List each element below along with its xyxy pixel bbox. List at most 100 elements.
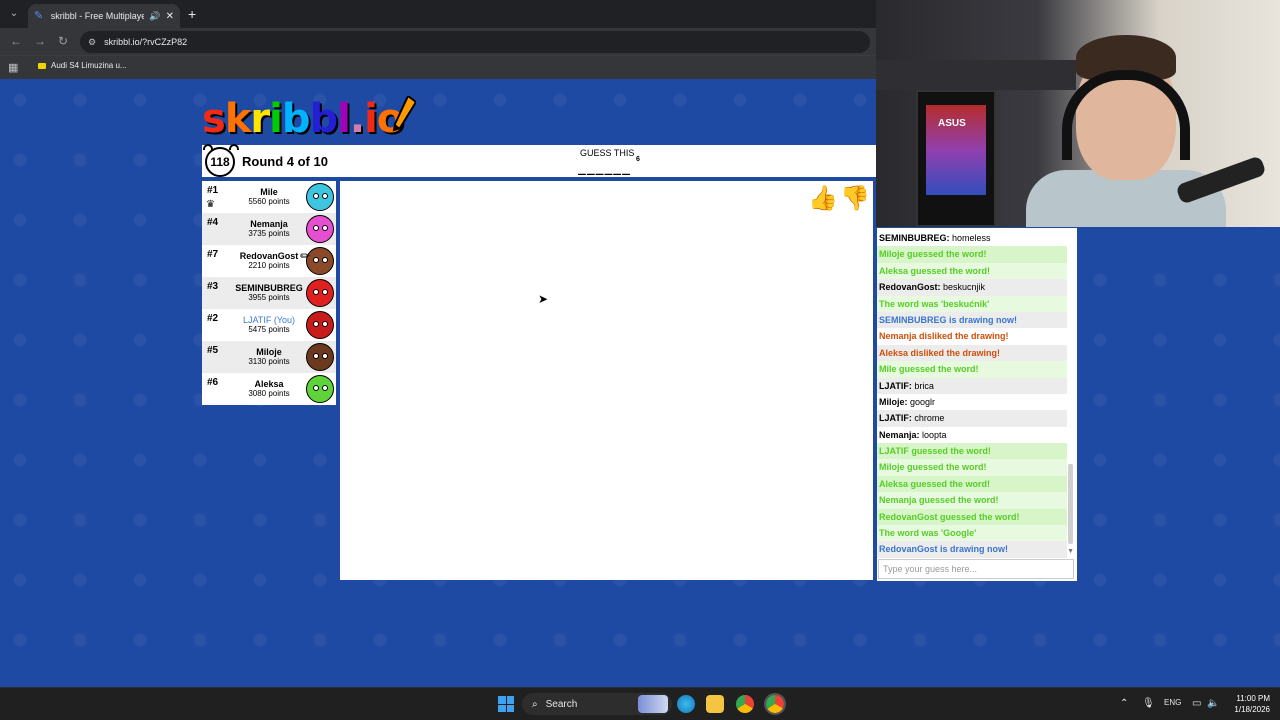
player-row[interactable]: #4 Nemanja 3735 points xyxy=(202,213,336,245)
webcam-overlay: ASUS xyxy=(876,0,1280,227)
chat-message: LJATIF: chrome xyxy=(877,410,1067,427)
bookmark-item[interactable]: Audi S4 Limuzina u... xyxy=(38,61,127,70)
player-row[interactable]: #5 Miloje 3130 points xyxy=(202,341,336,373)
tab-title: skribbl - Free Multiplayer Dr xyxy=(50,11,145,21)
chat-username: LJATIF: xyxy=(879,413,912,424)
language-indicator[interactable]: ENG xyxy=(1164,698,1181,707)
avatar-eye xyxy=(313,353,319,359)
skribbl-favicon-icon: ✎ xyxy=(34,10,44,22)
drawing-pencil-icon: ✏ xyxy=(299,249,310,263)
url-field[interactable]: ⚙ skribbl.io/?rvCZzP82 xyxy=(80,31,870,53)
back-icon[interactable]: ← xyxy=(10,34,22,48)
chat-message: LJATIF: brica xyxy=(877,377,1067,394)
logo-letter: b xyxy=(281,96,311,142)
player-row[interactable]: #1 Mile 5560 points ♛ xyxy=(202,181,336,213)
clock-bell-left xyxy=(203,144,213,150)
logo-letter: i xyxy=(269,96,283,142)
avatar-eye xyxy=(313,257,319,263)
volume-icon[interactable]: 🔈 xyxy=(1207,698,1219,709)
shelf xyxy=(876,60,1076,90)
player-row[interactable]: #6 Aleksa 3080 points xyxy=(202,373,336,405)
player-name: LJATIF (You) xyxy=(242,315,296,325)
chrome-active-icon[interactable] xyxy=(764,693,786,715)
file-explorer-icon[interactable] xyxy=(706,695,724,713)
address-bar: ← → ↻ ⚙ skribbl.io/?rvCZzP82 xyxy=(0,28,876,55)
tray-overflow-icon[interactable]: ⌃ xyxy=(1120,698,1128,709)
avatar-eye xyxy=(313,321,319,327)
player-rank: #7 xyxy=(207,249,219,260)
chat-panel: SEMINBUBREG: homeless Miloje guessed the … xyxy=(877,228,1077,581)
player-rank: #1 xyxy=(207,185,219,196)
edge-icon[interactable] xyxy=(677,695,695,713)
clock-time: 11:00 PM xyxy=(1236,694,1270,703)
bookmark-folder-icon xyxy=(38,62,46,69)
bookmark-label: Audi S4 Limuzina u... xyxy=(51,61,127,70)
player-avatar xyxy=(306,375,334,403)
chat-username: SEMINBUBREG: xyxy=(879,233,950,243)
player-name: RedovanGost xyxy=(239,251,299,261)
player-avatar xyxy=(306,279,334,307)
avatar-eye xyxy=(322,193,328,199)
player-rank: #5 xyxy=(207,345,219,356)
chat-message: RedovanGost is drawing now! xyxy=(877,541,1067,558)
player-name: Mile xyxy=(260,187,278,197)
chat-text: brica xyxy=(911,380,934,391)
site-info-icon[interactable]: ⚙ xyxy=(88,37,96,48)
search-icon: ⌕ xyxy=(532,698,538,710)
crown-icon: ♛ xyxy=(206,199,215,210)
player-points: 5475 points xyxy=(248,325,290,334)
thumbs-down-icon[interactable]: 👎 xyxy=(840,184,870,214)
scroll-down-icon[interactable]: ▼ xyxy=(1067,548,1074,555)
player-avatar xyxy=(306,183,334,211)
guess-input[interactable] xyxy=(878,559,1074,579)
player-avatar xyxy=(306,215,334,243)
browser-tab[interactable]: ✎ skribbl - Free Multiplayer Dr 🔊 ✕ xyxy=(28,4,180,28)
logo-letter: i xyxy=(364,96,378,142)
player-row[interactable]: #2 LJATIF (You) 5475 points xyxy=(202,309,336,341)
chat-text: loopta xyxy=(919,429,947,440)
player-list: #1 Mile 5560 points ♛ #4 Nemanja 3735 points #7… xyxy=(202,181,336,405)
chat-message: Mile guessed the word! xyxy=(877,361,1067,378)
chat-message: Nemanja disliked the drawing! xyxy=(877,328,1067,345)
chrome-icon[interactable] xyxy=(736,695,754,713)
tab-search-icon[interactable]: ⌄ xyxy=(6,6,22,22)
player-row[interactable]: #7 RedovanGost 2210 points ✏ xyxy=(202,245,336,277)
avatar-eye xyxy=(322,321,328,327)
player-avatar xyxy=(306,343,334,371)
player-name: Miloje xyxy=(256,347,282,357)
chat-message: LJATIF guessed the word! xyxy=(877,443,1067,460)
avatar-eye xyxy=(322,385,328,391)
taskbar: ⌕ Search ⌃ 🎙 ENG ▭ 🔈 11:00 PM 1/18/2026 xyxy=(0,687,1280,720)
player-name: SEMINBUBREG xyxy=(235,283,303,293)
chat-message: Miloje guessed the word! xyxy=(877,246,1067,263)
avatar-eye xyxy=(322,257,328,263)
widgets-icon[interactable] xyxy=(638,695,668,713)
chat-message: Aleksa disliked the drawing! xyxy=(877,344,1067,362)
bookmarks-bar: ▦ Audi S4 Limuzina u... xyxy=(0,55,876,79)
avatar-eye xyxy=(322,289,328,295)
thumbs-up-icon[interactable]: 👍 xyxy=(808,184,838,214)
guess-label: GUESS THIS xyxy=(580,148,635,158)
network-icon[interactable]: ▭ xyxy=(1192,698,1201,709)
word-length: 6 xyxy=(636,156,640,163)
microphone-icon[interactable]: 🎙 xyxy=(1142,698,1155,709)
avatar-eye xyxy=(313,225,319,231)
clock-bell-right xyxy=(229,144,239,150)
forward-icon[interactable]: → xyxy=(34,34,46,48)
system-clock[interactable]: 11:00 PM 1/18/2026 xyxy=(1222,693,1270,715)
chat-scrollbar[interactable] xyxy=(1068,464,1073,544)
player-row[interactable]: #3 SEMINBUBREG 3955 points xyxy=(202,277,336,309)
player-avatar xyxy=(306,311,334,339)
chat-message: The word was 'Google' xyxy=(877,525,1067,542)
reload-icon[interactable]: ↻ xyxy=(58,34,68,48)
close-tab-icon[interactable]: ✕ xyxy=(166,11,174,22)
drawing-canvas[interactable] xyxy=(340,181,873,580)
speaker-icon[interactable]: 🔊 xyxy=(149,11,160,22)
player-name: Nemanja xyxy=(250,219,288,229)
timer-value: 118 xyxy=(210,155,230,169)
apps-grid-icon[interactable]: ▦ xyxy=(8,61,18,74)
new-tab-icon[interactable]: + xyxy=(188,6,196,22)
chat-username: RedovanGost: xyxy=(879,282,941,293)
chat-message: RedovanGost: beskucnjik xyxy=(877,279,1067,296)
windows-start-icon[interactable] xyxy=(498,696,514,712)
